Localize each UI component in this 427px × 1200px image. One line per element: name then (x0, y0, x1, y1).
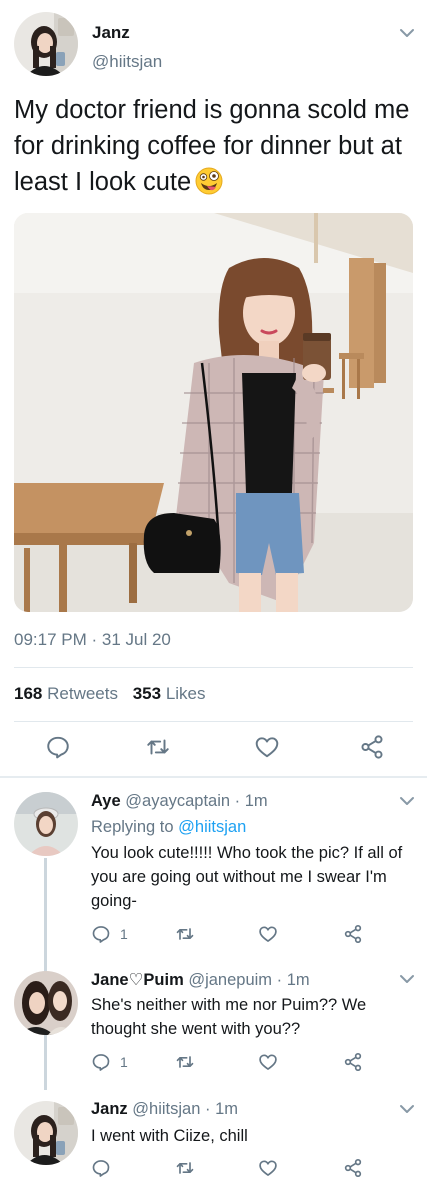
reply-actions: 1 (91, 924, 391, 946)
divider (14, 667, 413, 668)
reply-actions (91, 1158, 391, 1180)
reply-count: 1 (120, 1054, 128, 1070)
reply-time[interactable]: · 1m (235, 792, 268, 810)
retweet-icon[interactable] (175, 1052, 195, 1072)
reply-avatar[interactable] (14, 1101, 78, 1165)
author-handle[interactable]: @hiitsjan (92, 52, 162, 72)
likes-label[interactable]: Likes (166, 684, 206, 703)
likes-count[interactable]: 353 (133, 684, 161, 703)
reply-avatar[interactable] (14, 971, 78, 1035)
reply-header: Aye @ayaycaptain · 1m (91, 792, 268, 811)
reply-icon[interactable] (91, 1158, 111, 1178)
reply-author-handle[interactable]: @hiitsjan (132, 1100, 200, 1118)
replying-to-handle[interactable]: @hiitsjan (178, 818, 246, 836)
retweet-icon[interactable] (175, 1158, 195, 1178)
reply-text: She's neither with me nor Puim?? We thou… (91, 996, 367, 1038)
replying-to: Replying to @hiitsjan (91, 818, 246, 837)
tweet-text: My doctor friend is gonna scold me for d… (14, 92, 414, 200)
tweet-actions (0, 734, 427, 764)
share-icon[interactable] (343, 1052, 363, 1072)
reply-author-name[interactable]: Jane♡Puim (91, 971, 184, 989)
share-icon[interactable] (343, 924, 363, 944)
reply-icon[interactable] (91, 1052, 111, 1072)
reply-header: Jane♡Puim @janepuim · 1m (91, 970, 310, 990)
tweet-timestamp[interactable]: 09:17 PM · 31 Jul 20 (14, 630, 171, 650)
share-icon[interactable] (343, 1158, 363, 1178)
reply-time[interactable]: · 1m (205, 1100, 238, 1118)
reply-author-handle[interactable]: @ayaycaptain (125, 792, 230, 810)
reply-author-name[interactable]: Janz (91, 1100, 128, 1118)
like-icon[interactable] (258, 1052, 278, 1072)
retweet-icon[interactable] (175, 924, 195, 944)
reply-time[interactable]: · 1m (277, 971, 310, 989)
retweet-icon[interactable] (145, 734, 171, 760)
reply-header: Janz @hiitsjan · 1m (91, 1100, 238, 1119)
reply-tweet[interactable]: Janz @hiitsjan · 1m I went with Ciize, c… (0, 1088, 427, 1200)
like-icon[interactable] (258, 924, 278, 944)
reply-tweet[interactable]: Aye @ayaycaptain · 1m Replying to @hiits… (0, 778, 427, 958)
author-name[interactable]: Janz (92, 23, 130, 43)
reply-tweet[interactable]: Jane♡Puim @janepuim · 1m She's neither w… (0, 958, 427, 1088)
reply-actions: 1 (91, 1052, 391, 1074)
author-avatar[interactable] (14, 12, 78, 76)
zany-face-emoji-icon (195, 167, 223, 195)
chevron-down-icon[interactable] (399, 1103, 415, 1115)
reply-icon[interactable] (45, 734, 71, 760)
reply-author-name[interactable]: Aye (91, 792, 121, 810)
retweets-count[interactable]: 168 (14, 684, 42, 703)
reply-count: 1 (120, 926, 128, 942)
reply-text: I went with Ciize, chill (91, 1127, 248, 1145)
retweets-label[interactable]: Retweets (47, 684, 118, 703)
divider (14, 721, 413, 722)
reply-avatar[interactable] (14, 792, 78, 856)
like-icon[interactable] (254, 734, 280, 760)
chevron-down-icon[interactable] (399, 973, 415, 985)
reply-author-handle[interactable]: @janepuim (188, 971, 272, 989)
replying-to-label: Replying to (91, 818, 174, 836)
share-icon[interactable] (359, 734, 385, 760)
chevron-down-icon[interactable] (399, 795, 415, 807)
reply-text: You look cute!!!!! Who took the pic? If … (91, 844, 403, 910)
tweet-photo[interactable] (14, 213, 413, 612)
like-icon[interactable] (258, 1158, 278, 1178)
engagement-stats: 168 Retweets 353 Likes (14, 684, 206, 704)
reply-icon[interactable] (91, 924, 111, 944)
chevron-down-icon[interactable] (399, 27, 415, 39)
main-tweet: Janz @hiitsjan My doctor friend is gonna… (0, 0, 427, 778)
